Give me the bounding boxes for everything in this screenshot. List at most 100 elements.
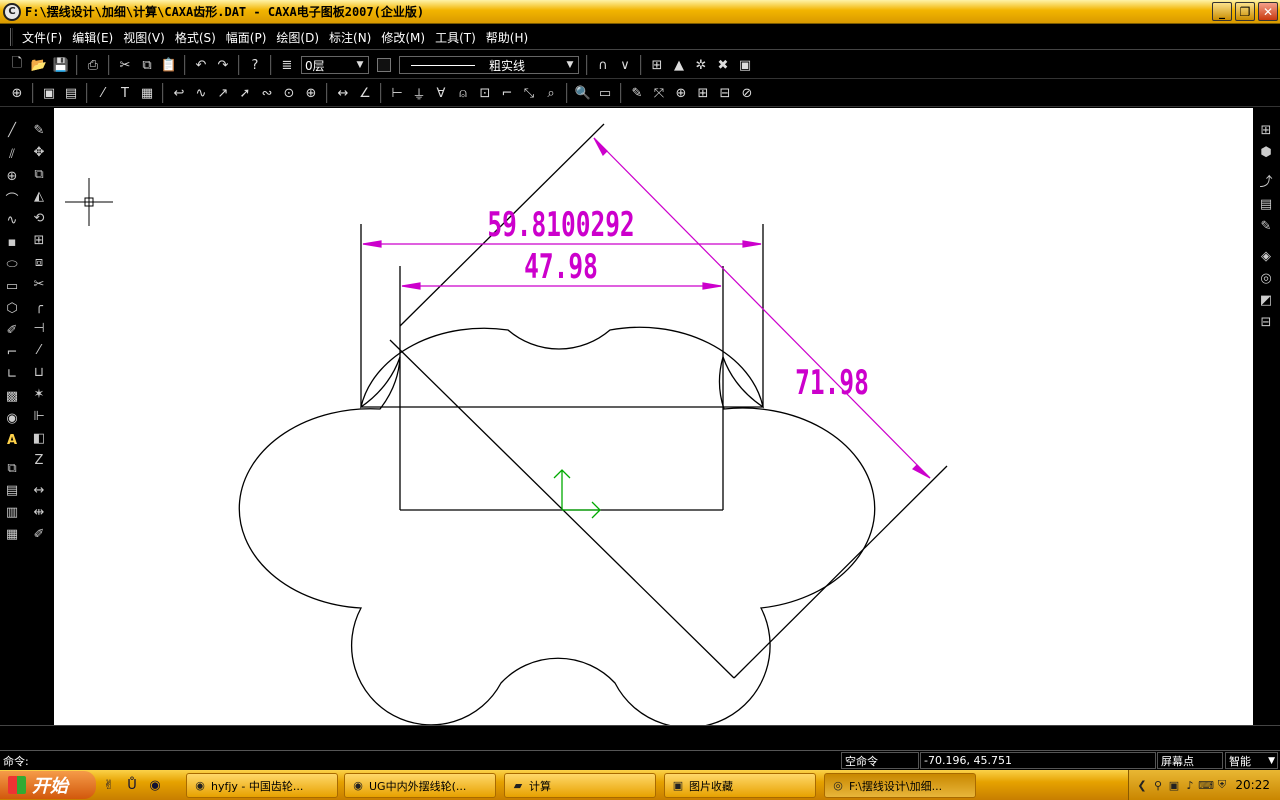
menu-format[interactable]: 格式(S) <box>170 29 221 46</box>
drawing-canvas[interactable]: 59.8100292 47.98 71.98 <box>54 108 1253 725</box>
tool-icon[interactable]: ✖ <box>713 55 733 75</box>
minimize-button[interactable]: _ <box>1212 2 1232 21</box>
point-icon[interactable]: ▪ <box>2 232 22 252</box>
restore-button[interactable]: ❐ <box>1235 2 1255 21</box>
layer-manager-icon[interactable]: ≣ <box>277 55 297 75</box>
image-icon[interactable]: ▤ <box>2 480 22 500</box>
spline-icon[interactable]: ∾ <box>257 83 277 103</box>
block-icon[interactable]: ⧉ <box>2 458 22 478</box>
menu-draw[interactable]: 绘图(D) <box>271 29 324 46</box>
scale-icon[interactable]: ⧈ <box>29 252 49 272</box>
fillet-icon[interactable]: ╭ <box>29 296 49 316</box>
explode-icon[interactable]: ✶ <box>29 384 49 404</box>
align-icon[interactable]: ⊩ <box>29 406 49 426</box>
block-insert-icon[interactable]: ⊞ <box>1256 120 1276 140</box>
dim-text-outer[interactable]: 59.8100292 <box>487 205 634 244</box>
linetype-select[interactable]: 粗实线 ▼ <box>399 56 579 74</box>
extend-icon[interactable]: ⊣ <box>29 318 49 338</box>
menu-help[interactable]: 帮助(H) <box>481 29 533 46</box>
library-icon[interactable]: ▥ <box>2 502 22 522</box>
paste-icon[interactable]: 📋 <box>159 55 179 75</box>
weld-icon[interactable]: ⍝ <box>453 83 473 103</box>
menu-dimension[interactable]: 标注(N) <box>324 29 376 46</box>
polyline-icon[interactable]: ✐ <box>2 320 22 340</box>
polygon-icon[interactable]: ⬡ <box>2 298 22 318</box>
snap-mode-select[interactable]: 智能 ▼ <box>1225 752 1278 769</box>
parallel-line-icon[interactable]: ⫽ <box>2 144 22 164</box>
point-mode[interactable]: 屏幕点 <box>1157 752 1223 769</box>
zoom-window-icon[interactable]: ⊞ <box>693 83 713 103</box>
menu-view[interactable]: 视图(V) <box>118 29 170 46</box>
curve-icon[interactable]: ↩ <box>169 83 189 103</box>
image-scale-icon[interactable]: ⤡ <box>519 83 539 103</box>
zoom-previous-icon[interactable]: ⊘ <box>737 83 757 103</box>
linear-dimension-icon[interactable]: ↔ <box>333 83 353 103</box>
menu-edit[interactable]: 编辑(E) <box>67 29 118 46</box>
redo-icon[interactable]: ↷ <box>213 55 233 75</box>
edit-icon[interactable]: ✎ <box>1256 216 1276 236</box>
text-icon[interactable]: A <box>2 430 22 450</box>
menubar-grip[interactable] <box>10 28 13 46</box>
rectangle-icon[interactable]: ▭ <box>2 276 22 296</box>
array-icon[interactable]: ⊞ <box>29 230 49 250</box>
orbit-icon[interactable]: ◎ <box>1256 268 1276 288</box>
section-view-icon[interactable]: ◩ <box>1256 290 1276 310</box>
layer-select[interactable]: 0层 ▼ <box>301 56 369 74</box>
part-number-icon[interactable]: ⁄ <box>93 83 113 103</box>
detail-view-icon[interactable]: ⊟ <box>1256 312 1276 332</box>
zoom-all-icon[interactable]: ⊟ <box>715 83 735 103</box>
cube-icon[interactable]: ⬢ <box>1256 142 1276 162</box>
menu-file[interactable]: 文件(F) <box>17 29 67 46</box>
drawing-svg[interactable]: 59.8100292 47.98 71.98 <box>54 108 1253 725</box>
chamfer-note-icon[interactable]: ⌐ <box>497 83 517 103</box>
tray-expand-icon[interactable]: ❮ <box>1135 778 1149 792</box>
leader-icon[interactable]: ↗ <box>213 83 233 103</box>
trim-icon[interactable]: ✂ <box>29 274 49 294</box>
center-mark-icon[interactable]: ⊕ <box>301 83 321 103</box>
section-icon[interactable]: ⊡ <box>475 83 495 103</box>
chevron-down-icon[interactable]: ▼ <box>354 58 366 72</box>
caxa-logo-icon[interactable]: C <box>3 2 21 21</box>
view-icon[interactable]: ⌕ <box>541 83 561 103</box>
close-button[interactable]: ✕ <box>1258 2 1278 21</box>
ruler-icon[interactable]: ▭ <box>595 83 615 103</box>
roughness-icon[interactable]: ∀ <box>431 83 451 103</box>
tray-app-icon[interactable]: ▣ <box>1167 778 1181 792</box>
construct-icon[interactable]: ▦ <box>2 524 22 544</box>
arrow-icon[interactable]: ➚ <box>235 83 255 103</box>
delete-icon[interactable]: ✎ <box>29 120 49 140</box>
properties-icon[interactable]: ▲ <box>669 55 689 75</box>
layer-tools-icon[interactable]: ▤ <box>1256 194 1276 214</box>
color-swatch[interactable] <box>377 58 391 72</box>
title-block-icon[interactable]: ▤ <box>61 83 81 103</box>
datum-icon[interactable]: ⏚ <box>409 83 429 103</box>
mirror-icon[interactable]: ◭ <box>29 186 49 206</box>
cut-icon[interactable]: ✂ <box>115 55 135 75</box>
smart-snap-icon[interactable]: ∨ <box>615 55 635 75</box>
save-icon[interactable]: 💾 <box>51 55 71 75</box>
view-3d-icon[interactable]: ◈ <box>1256 246 1276 266</box>
tolerance-icon[interactable]: ⊢ <box>387 83 407 103</box>
block-edit-icon[interactable]: ⊞ <box>647 55 667 75</box>
move-icon[interactable]: ✥ <box>29 142 49 162</box>
export-icon[interactable]: ⤴ <box>1256 170 1276 190</box>
tray-input-icon[interactable]: ⌨ <box>1198 778 1214 792</box>
library-icon[interactable]: ▣ <box>735 55 755 75</box>
dim-text-inner[interactable]: 47.98 <box>524 247 598 286</box>
copy-icon[interactable]: ⧉ <box>137 55 157 75</box>
stretch-icon[interactable]: ⊔ <box>29 362 49 382</box>
arc-icon[interactable]: ⌒ <box>2 188 22 208</box>
dimension-edit-icon[interactable]: ↔ <box>29 480 49 500</box>
chevron-down-icon[interactable]: ▼ <box>1268 756 1275 766</box>
tray-network-icon[interactable]: ⚲ <box>1151 778 1165 792</box>
hatch-icon[interactable]: ▩ <box>2 386 22 406</box>
menu-modify[interactable]: 修改(M) <box>376 29 430 46</box>
dynamic-pan-icon[interactable]: ⊕ <box>7 83 27 103</box>
format-brush-icon[interactable]: Z <box>29 450 49 470</box>
print-icon[interactable]: ⎙ <box>83 55 103 75</box>
line-icon[interactable]: ╱ <box>2 120 22 140</box>
chevron-down-icon[interactable]: ▼ <box>564 58 576 72</box>
settings-icon[interactable]: ✲ <box>691 55 711 75</box>
equidistant-line-icon[interactable]: ∟ <box>2 364 22 384</box>
wave-icon[interactable]: ∿ <box>191 83 211 103</box>
